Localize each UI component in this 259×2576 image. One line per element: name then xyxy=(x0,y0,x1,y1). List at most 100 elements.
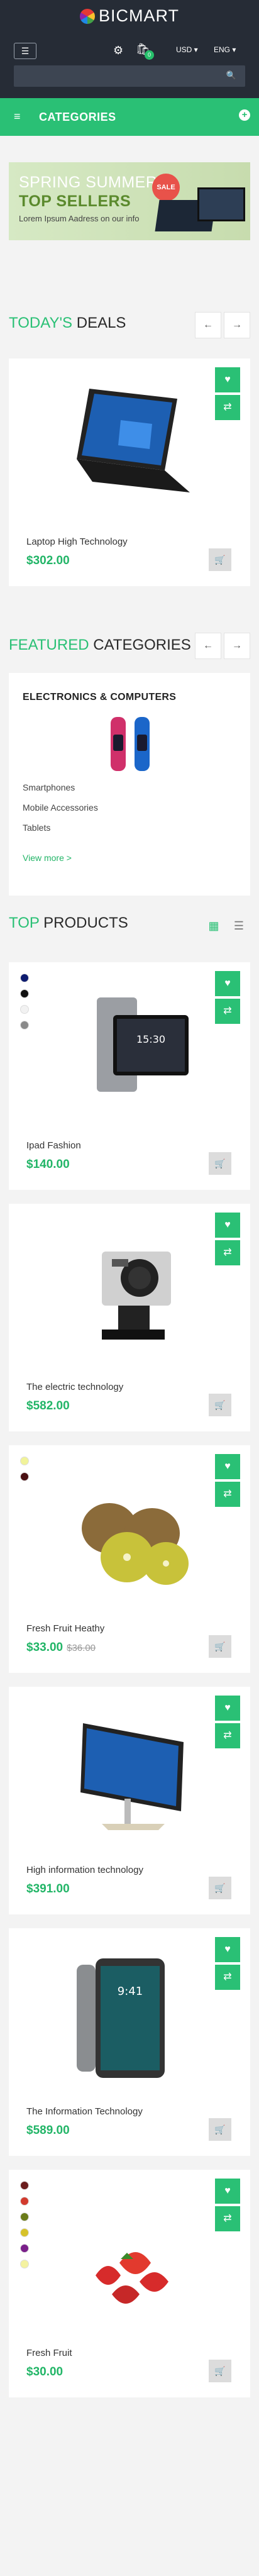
compare-button[interactable]: ⇄ xyxy=(215,1723,240,1748)
product-card[interactable]: ♥ ⇄ The electric technology $582.00 🛒 xyxy=(9,1204,250,1431)
next-arrow-icon[interactable]: → xyxy=(224,312,250,338)
add-to-cart-button[interactable]: 🛒 xyxy=(209,1152,231,1175)
list-view-icon[interactable]: ☰ xyxy=(228,914,250,937)
current-price: $33.00 xyxy=(26,1641,63,1654)
search-bar: 🔍 xyxy=(14,65,245,88)
gear-icon[interactable]: ⚙ xyxy=(113,44,123,57)
compare-icon: ⇄ xyxy=(223,1972,232,1982)
plus-icon[interactable]: + xyxy=(239,109,250,121)
compare-button[interactable]: ⇄ xyxy=(215,999,240,1024)
heart-icon: ♥ xyxy=(224,1461,231,1472)
heart-icon: ♥ xyxy=(224,374,231,385)
cart-icon: 🛒 xyxy=(214,2124,226,2135)
compare-button[interactable]: ⇄ xyxy=(215,395,240,420)
add-to-cart-button[interactable]: 🛒 xyxy=(209,1635,231,1658)
product-card[interactable]: 9:41 ♥ ⇄ The Information Technology $589.00 🛒 xyxy=(9,1928,250,2156)
cart-icon: 🛒 xyxy=(214,1883,226,1893)
color-swatch[interactable] xyxy=(20,1005,29,1014)
color-swatch[interactable] xyxy=(20,1021,29,1030)
category-link-mobile-accessories[interactable]: Mobile Accessories xyxy=(23,802,98,813)
wishlist-button[interactable]: ♥ xyxy=(215,1454,240,1479)
product-image xyxy=(82,1503,189,1585)
product-card[interactable]: ♥ ⇄ Fresh Fruit Heathy $33.00 $36.00 🛒 xyxy=(9,1445,250,1673)
product-price: $589.00 xyxy=(26,2124,74,2138)
color-swatch[interactable] xyxy=(20,2181,29,2190)
featured-carousel-controls: ← → xyxy=(192,633,250,659)
view-mode-toggle: ▦ ☰ xyxy=(200,914,250,937)
product-card[interactable]: ♥ ⇄ Fresh Fruit $30.00 🛒 xyxy=(9,2170,250,2397)
add-to-cart-button[interactable]: 🛒 xyxy=(209,1877,231,1899)
banner-line-3: Lorem Ipsum Aadress on our info xyxy=(19,214,140,223)
wishlist-button[interactable]: ♥ xyxy=(215,971,240,996)
currency-selector[interactable]: USD ▾ xyxy=(176,45,198,54)
prev-arrow-icon[interactable]: ← xyxy=(195,633,221,659)
color-swatch[interactable] xyxy=(20,1457,29,1465)
compare-icon: ⇄ xyxy=(223,1489,232,1499)
color-swatch[interactable] xyxy=(20,2260,29,2268)
menu-button[interactable]: ☰ xyxy=(14,43,36,59)
grid-view-icon[interactable]: ▦ xyxy=(202,914,225,937)
color-swatch[interactable] xyxy=(20,2212,29,2221)
cart-icon: 🛒 xyxy=(214,555,226,565)
category-image-smartbands xyxy=(111,717,150,771)
section-title-featured-categories: FEATURED CATEGORIES xyxy=(9,636,191,653)
view-more-link[interactable]: View more > xyxy=(23,853,72,863)
compare-button[interactable]: ⇄ xyxy=(215,1482,240,1507)
brand-name: BICMART xyxy=(98,6,179,25)
wishlist-button[interactable]: ♥ xyxy=(215,1213,240,1238)
add-to-cart-button[interactable]: 🛒 xyxy=(209,2118,231,2141)
add-to-cart-button[interactable]: 🛒 xyxy=(209,548,231,571)
compare-button[interactable]: ⇄ xyxy=(215,2206,240,2231)
product-card[interactable]: 15:30 ♥ ⇄ Ipad Fashion $140.00 🛒 xyxy=(9,962,250,1190)
heart-icon: ♥ xyxy=(224,1702,231,1713)
categories-bar[interactable]: ≡ CATEGORIES + xyxy=(0,98,259,136)
product-name[interactable]: The Information Technology xyxy=(26,2106,143,2117)
next-arrow-icon[interactable]: → xyxy=(224,633,250,659)
cart-icon: 🛒 xyxy=(214,1400,226,1410)
product-name[interactable]: High information technology xyxy=(26,1865,143,1875)
cart-icon: 🛒 xyxy=(214,2366,226,2376)
search-icon[interactable]: 🔍 xyxy=(226,70,236,80)
compare-button[interactable]: ⇄ xyxy=(215,1965,240,1990)
promo-banner[interactable]: SPRING SUMMER TOP SELLERS Lorem Ipsum Aa… xyxy=(9,162,250,240)
product-price: $33.00 $36.00 xyxy=(26,1641,96,1655)
product-price: $302.00 xyxy=(26,554,70,567)
color-swatch[interactable] xyxy=(20,2197,29,2206)
brand-logo[interactable]: BICMART xyxy=(0,6,259,26)
color-swatch[interactable] xyxy=(20,2228,29,2237)
categories-label: CATEGORIES xyxy=(39,111,116,123)
search-input[interactable] xyxy=(14,65,223,88)
product-image: 15:30 xyxy=(97,997,189,1092)
compare-button[interactable]: ⇄ xyxy=(215,1240,240,1265)
wishlist-button[interactable]: ♥ xyxy=(215,1937,240,1962)
cart-icon: 🛒 xyxy=(214,1641,226,1652)
product-name[interactable]: The electric technology xyxy=(26,1382,123,1392)
language-selector[interactable]: ENG ▾ xyxy=(214,45,236,54)
category-link-tablets[interactable]: Tablets xyxy=(23,823,50,833)
product-name[interactable]: Laptop High Technology xyxy=(26,536,128,547)
menu-icon: ☰ xyxy=(21,46,30,56)
cart-button[interactable]: 🛍 0 xyxy=(136,43,154,60)
color-swatch[interactable] xyxy=(20,974,29,982)
category-link-smartphones[interactable]: Smartphones xyxy=(23,782,75,792)
product-card[interactable]: ♥ ⇄ High information technology $391.00 🛒 xyxy=(9,1687,250,1914)
add-to-cart-button[interactable]: 🛒 xyxy=(209,2360,231,2382)
product-card[interactable]: ♥ ⇄ Laptop High Technology $302.00 🛒 xyxy=(9,358,250,586)
color-swatch[interactable] xyxy=(20,989,29,998)
site-header: BICMART ☰ ⚙ 🛍 0 USD ▾ ENG ▾ 🔍 xyxy=(0,0,259,98)
wishlist-button[interactable]: ♥ xyxy=(215,2179,240,2204)
prev-arrow-icon[interactable]: ← xyxy=(195,312,221,338)
section-title-todays-deals: TODAY'S DEALS xyxy=(9,314,126,331)
color-swatches xyxy=(20,2181,29,2275)
current-price: $30.00 xyxy=(26,2365,63,2379)
color-swatch[interactable] xyxy=(20,2244,29,2253)
color-swatch[interactable] xyxy=(20,1472,29,1481)
product-price: $30.00 xyxy=(26,2365,67,2379)
add-to-cart-button[interactable]: 🛒 xyxy=(209,1394,231,1416)
category-title[interactable]: ELECTRONICS & COMPUTERS xyxy=(23,692,176,703)
wishlist-button[interactable]: ♥ xyxy=(215,1696,240,1721)
product-name[interactable]: Fresh Fruit Heathy xyxy=(26,1623,104,1634)
product-name[interactable]: Ipad Fashion xyxy=(26,1140,81,1151)
wishlist-button[interactable]: ♥ xyxy=(215,367,240,392)
product-name[interactable]: Fresh Fruit xyxy=(26,2348,72,2358)
